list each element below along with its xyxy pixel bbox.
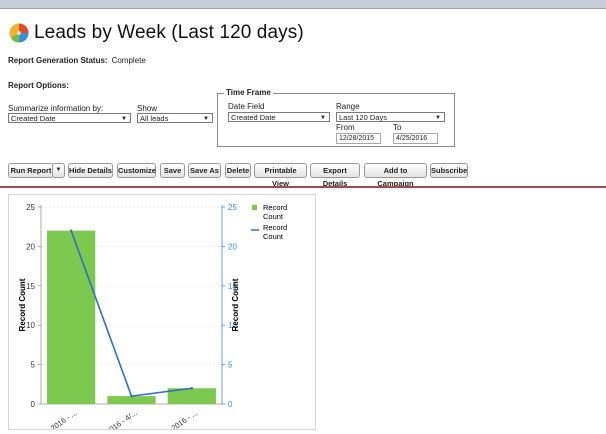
- to-label: To: [393, 123, 402, 132]
- date-field-label: Date Field: [228, 102, 265, 111]
- printable-view-button[interactable]: Printable View: [254, 163, 307, 188]
- left-tick-label: 5: [31, 361, 36, 370]
- y-axis-label: Record Count: [18, 278, 27, 331]
- legend-bar-label: Record Count: [263, 203, 287, 221]
- date-field-select[interactable]: Created Date ▼: [228, 112, 330, 122]
- summarize-select[interactable]: Created Date ▼: [8, 113, 131, 123]
- left-tick-label: 20: [26, 242, 35, 251]
- range-label: Range: [336, 102, 360, 111]
- left-tick-labels: 0 5 10 15 20 25: [26, 203, 41, 409]
- show-label: Show: [137, 104, 158, 113]
- right-tick-label: 25: [228, 203, 237, 212]
- report-icon: [9, 23, 29, 43]
- save-as-button[interactable]: Save As: [188, 163, 221, 178]
- chevron-down-icon: ▼: [121, 116, 127, 122]
- to-date-input[interactable]: 4/25/2016: [393, 133, 438, 144]
- bar-series: [47, 230, 216, 404]
- subscribe-button[interactable]: Subscribe: [430, 163, 468, 178]
- line-point-2: [190, 387, 194, 390]
- page-title: Leads by Week (Last 120 days): [34, 22, 304, 43]
- save-button[interactable]: Save: [160, 163, 185, 178]
- delete-button[interactable]: Delete: [225, 163, 251, 178]
- from-label: From: [336, 123, 355, 132]
- status-value: Complete: [111, 56, 146, 65]
- right-tick-label: 20: [228, 242, 237, 251]
- run-report-dropdown[interactable]: ▼: [52, 163, 65, 178]
- top-bar: [0, 0, 606, 9]
- range-value: Last 120 Days: [339, 113, 387, 122]
- chevron-down-icon: ▼: [435, 115, 441, 121]
- to-date-value: 4/25/2016: [396, 135, 428, 142]
- export-details-button[interactable]: Export Details: [310, 163, 360, 188]
- section-divider: [0, 186, 606, 188]
- left-tick-label: 25: [26, 203, 35, 212]
- y-axis-label-right: Record Count: [231, 278, 240, 331]
- legend-bar-swatch: [252, 205, 257, 210]
- from-date-value: 12/28/2015: [339, 135, 375, 142]
- show-value: All leads: [140, 114, 169, 123]
- line-point-0: [69, 229, 73, 232]
- from-date-input[interactable]: 12/28/2015: [336, 133, 381, 144]
- show-select[interactable]: All leads ▼: [137, 113, 213, 123]
- chevron-down-icon: ▼: [203, 116, 209, 122]
- left-tick-label: 10: [26, 321, 35, 330]
- chart-legend: Record Count Record Count: [251, 203, 287, 241]
- line-point-1: [130, 394, 133, 398]
- right-tick-label: 5: [228, 361, 233, 370]
- x-tick-label: 2016 - ...: [170, 408, 199, 429]
- chevron-down-icon: ▼: [320, 115, 326, 121]
- report-status: Report Generation Status: Complete: [8, 56, 146, 65]
- bar-0: [47, 230, 96, 404]
- hide-details-button[interactable]: Hide Details: [68, 163, 113, 178]
- x-tick-label: 2016 - ...: [49, 408, 78, 429]
- customize-button[interactable]: Customize: [117, 163, 156, 178]
- legend-line-label: Record Count: [263, 223, 287, 241]
- date-field-value: Created Date: [231, 113, 276, 122]
- summarize-value: Created Date: [11, 114, 56, 123]
- report-chart: 0 5 10 15 20 25 0 5 10 15 20 25 2016 - ... 2016 - 4…: [18, 203, 287, 434]
- right-tick-label: 0: [228, 400, 233, 409]
- chart-container: 0 5 10 15 20 25 0 5 10 15 20 25 2016 - ... 2016 - 4…: [8, 194, 316, 434]
- range-select[interactable]: Last 120 Days ▼: [336, 112, 445, 122]
- run-report-button[interactable]: Run Report: [8, 163, 54, 178]
- x-tick-labels: 2016 - ... 2016 - 4/... 2016 - ...: [49, 408, 199, 434]
- report-options-label: Report Options:: [8, 81, 69, 90]
- add-to-campaign-button[interactable]: Add to Campaign: [364, 163, 427, 188]
- report-header: Leads by Week (Last 120 days): [8, 22, 304, 44]
- left-tick-label: 15: [26, 282, 35, 291]
- left-tick-label: 0: [31, 400, 36, 409]
- x-tick-label: 2016 - 4/...: [104, 408, 139, 429]
- time-frame-legend: Time Frame: [224, 88, 273, 97]
- summarize-label: Summarize information by:: [8, 104, 104, 113]
- status-label: Report Generation Status:: [8, 56, 108, 65]
